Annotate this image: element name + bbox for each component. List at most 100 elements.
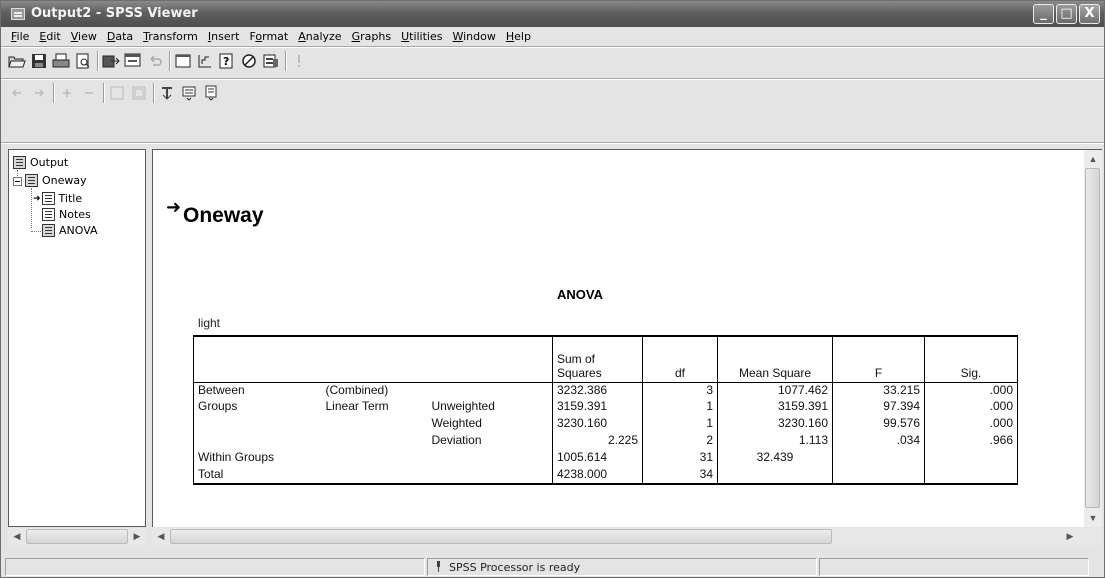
undo-icon[interactable]: [145, 51, 165, 71]
content-scroll-thumb[interactable]: [1085, 168, 1100, 508]
print-preview-icon[interactable]: [73, 51, 93, 71]
header-sum-of-squares: Sum of Squares: [552, 335, 643, 383]
minimize-button[interactable]: _: [1033, 4, 1054, 24]
cell-ms: 1077.462: [717, 382, 833, 399]
scroll-right-icon[interactable]: ▶: [129, 528, 145, 544]
table-row: Groups Linear Term Unweighted 3159.391 1…: [193, 399, 1018, 416]
scroll-up-icon[interactable]: ▲: [1085, 151, 1101, 167]
row-label-empty: [322, 433, 428, 450]
outline-item-notes[interactable]: Notes: [42, 208, 91, 221]
outline-horizontal-scrollbar[interactable]: ◀ ▶: [8, 528, 146, 545]
content-hscroll-thumb[interactable]: [170, 529, 832, 544]
book-icon: [13, 156, 26, 169]
title-bar[interactable]: Output2 - SPSS Viewer _ □ X: [1, 1, 1104, 27]
insert-text-icon[interactable]: [201, 83, 221, 103]
dialog-recall-icon[interactable]: [123, 51, 143, 71]
goto-data-icon[interactable]: [173, 51, 193, 71]
row-label-empty: [427, 467, 553, 485]
table-row: Deviation 2.225 2 1.113 .034 .966: [193, 433, 1018, 450]
row-label-empty: [427, 382, 553, 399]
run-icon[interactable]: [289, 51, 309, 71]
collapse-icon[interactable]: [79, 83, 99, 103]
outline-item-anova[interactable]: ANOVA: [42, 224, 98, 237]
scroll-left-icon[interactable]: ◀: [153, 528, 169, 544]
content-horizontal-scrollbar[interactable]: ◀ ▶: [152, 528, 1102, 545]
menu-edit[interactable]: Edit: [34, 28, 65, 46]
row-label-empty: [427, 450, 553, 467]
save-icon[interactable]: [29, 51, 49, 71]
table-row: Weighted 3230.160 1 3230.160 99.576 .000: [193, 416, 1018, 433]
insert-heading-icon[interactable]: [157, 83, 177, 103]
menu-transform[interactable]: Transform: [138, 28, 203, 46]
row-label-groups: Groups: [193, 399, 322, 416]
minimize-icon: _: [1040, 6, 1047, 21]
use-sets-icon[interactable]: [239, 51, 259, 71]
anova-table-title: ANOVA: [557, 287, 603, 302]
maximize-icon: □: [1060, 6, 1073, 21]
header-cell-empty: [427, 335, 553, 383]
close-button[interactable]: X: [1079, 4, 1100, 24]
export-icon[interactable]: [101, 51, 121, 71]
header-df: df: [642, 335, 718, 383]
show-icon[interactable]: [107, 83, 127, 103]
hide-icon[interactable]: [129, 83, 149, 103]
collapse-toggle-icon[interactable]: [13, 177, 22, 186]
goto-case-icon[interactable]: [195, 51, 215, 71]
menu-format[interactable]: Format: [244, 28, 293, 46]
cell-df: 3: [642, 382, 718, 399]
row-label-empty: [322, 416, 428, 433]
book-icon: [25, 174, 38, 187]
promote-icon[interactable]: [7, 83, 27, 103]
scroll-right-icon[interactable]: ▶: [1062, 528, 1078, 544]
maximize-button[interactable]: □: [1056, 4, 1077, 24]
expand-icon[interactable]: [57, 83, 77, 103]
menu-help[interactable]: Help: [501, 28, 536, 46]
pane-splitter[interactable]: [147, 149, 151, 544]
cell-ss: 3232.386: [552, 382, 643, 399]
cell-empty: [924, 467, 1018, 485]
dependent-variable-label: light: [198, 316, 221, 330]
outline-scroll-thumb[interactable]: [26, 529, 128, 544]
content-vertical-scrollbar[interactable]: ▲ ▼: [1084, 149, 1102, 527]
menu-view[interactable]: View: [66, 28, 102, 46]
menu-analyze[interactable]: Analyze: [293, 28, 346, 46]
cell-f: 99.576: [832, 416, 925, 433]
cell-ms: 1.113: [717, 433, 833, 450]
row-label-linear-term: Linear Term: [325, 399, 389, 413]
cell-f: .034: [832, 433, 925, 450]
cell-sig: .966: [924, 433, 1018, 450]
oneway-heading[interactable]: Oneway: [183, 204, 264, 228]
cell-ss: 3159.391: [552, 399, 643, 416]
menu-insert[interactable]: Insert: [203, 28, 245, 46]
table-icon: [42, 224, 55, 237]
menu-utilities[interactable]: Utilities: [396, 28, 447, 46]
status-bar: SPSS Processor is ready: [1, 554, 1104, 577]
row-label-deviation: Deviation: [427, 433, 553, 450]
print-icon[interactable]: [51, 51, 71, 71]
cell-ss: 3230.160: [552, 416, 643, 433]
scroll-down-icon[interactable]: ▼: [1085, 510, 1101, 526]
variables-icon[interactable]: ?: [217, 51, 237, 71]
cell-df: 1: [642, 399, 718, 416]
scroll-left-icon[interactable]: ◀: [9, 528, 25, 544]
outline-item-output[interactable]: Output: [13, 156, 68, 169]
outline-item-oneway[interactable]: Oneway: [25, 174, 87, 187]
status-cell: [5, 558, 425, 576]
status-text: SPSS Processor is ready: [449, 561, 581, 574]
insert-title-icon[interactable]: [179, 83, 199, 103]
menu-window[interactable]: Window: [447, 28, 500, 46]
menu-data[interactable]: Data: [102, 28, 138, 46]
anova-table[interactable]: Sum of Squares df Mean Square F Sig. Betw…: [193, 335, 1018, 485]
menu-bar: File Edit View Data Transform Insert For…: [1, 28, 1104, 46]
table-row: Between (Combined) 3232.386 3 1077.462 3…: [193, 382, 1018, 399]
outline-item-title[interactable]: ➜ Title: [33, 192, 82, 205]
open-folder-icon[interactable]: [7, 51, 27, 71]
designate-window-icon[interactable]: [261, 51, 281, 71]
outline-label-title: Title: [58, 192, 83, 205]
menu-file[interactable]: File: [6, 28, 34, 46]
demote-icon[interactable]: [29, 83, 49, 103]
cell-ms: 32.439: [717, 450, 833, 467]
menu-graphs[interactable]: Graphs: [347, 28, 396, 46]
outline-pane[interactable]: Output Oneway ➜ Title Notes ANOVA: [8, 149, 146, 527]
cell-df: 31: [642, 450, 718, 467]
